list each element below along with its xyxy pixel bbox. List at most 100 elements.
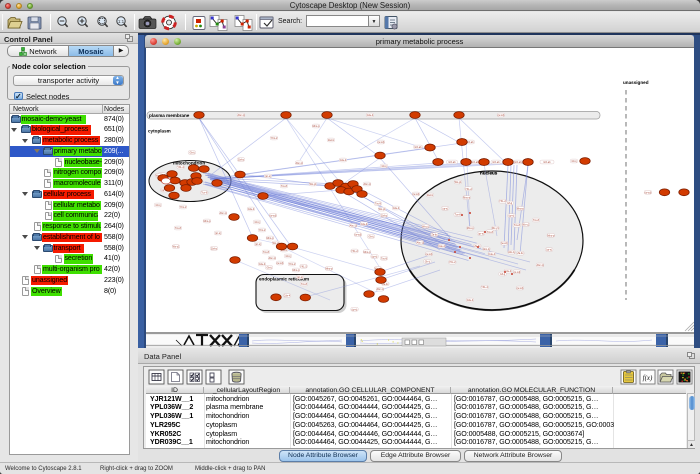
svg-text:Wx-y1: Wx-y1	[310, 183, 317, 186]
svg-text:Tuv-8: Tuv-8	[201, 192, 208, 195]
svg-text:Wx-y1: Wx-y1	[492, 227, 499, 230]
svg-text:Wx-y1: Wx-y1	[173, 246, 180, 249]
svg-text:Mno-p: Mno-p	[204, 220, 211, 223]
svg-text:Mno-p: Mno-p	[326, 268, 333, 271]
svg-text:Cde-4: Cde-4	[361, 223, 368, 226]
svg-text:Tuv-8: Tuv-8	[455, 214, 462, 217]
svg-text:Tuv-8: Tuv-8	[533, 219, 540, 222]
svg-text:(w-xd): (w-xd)	[645, 191, 652, 194]
svg-text:(qr-s): (qr-s)	[265, 175, 271, 178]
svg-text:GO-ab: GO-ab	[543, 161, 551, 164]
svg-text:(w-xd): (w-xd)	[517, 287, 524, 290]
svg-text:Tuv-8: Tuv-8	[375, 203, 382, 206]
svg-text:(w-xd): (w-xd)	[413, 193, 420, 196]
svg-text:mitochondrion: mitochondrion	[173, 161, 205, 166]
svg-text:1:1: 1:1	[118, 19, 125, 24]
svg-text:YKL-2: YKL-2	[481, 286, 488, 289]
svg-text:(qr-s): (qr-s)	[509, 215, 515, 218]
svg-text:cytoplasm: cytoplasm	[148, 129, 171, 134]
svg-text:Tuv-8: Tuv-8	[175, 227, 182, 230]
svg-text:(qr-s): (qr-s)	[546, 249, 552, 252]
svg-text:Abc-1j: Abc-1j	[377, 288, 384, 291]
svg-text:YKL-2: YKL-2	[499, 200, 506, 203]
svg-text:Za-bc: Za-bc	[427, 194, 434, 197]
svg-text:Za-bc: Za-bc	[211, 248, 218, 251]
svg-text:YKL-2: YKL-2	[465, 188, 472, 191]
svg-text:Abc-1j: Abc-1j	[296, 162, 303, 165]
svg-text:Cde-4: Cde-4	[489, 253, 496, 256]
svg-text:Abc-1j: Abc-1j	[508, 251, 515, 254]
svg-text:Gh-ij: Gh-ij	[500, 273, 506, 276]
svg-text:Cde-4: Cde-4	[340, 159, 347, 162]
svg-text:(w-xd): (w-xd)	[514, 271, 521, 274]
svg-text:YKL-2: YKL-2	[351, 250, 358, 253]
svg-text:Abc-1j: Abc-1j	[537, 264, 544, 267]
svg-text:Abc-1j: Abc-1j	[238, 114, 245, 117]
svg-text:Za-bc: Za-bc	[238, 159, 245, 162]
svg-text:Cde-4: Cde-4	[259, 263, 266, 266]
svg-text:Mno-p: Mno-p	[548, 234, 555, 237]
svg-text:Za-bc: Za-bc	[381, 214, 388, 217]
svg-text:(qr-s): (qr-s)	[215, 232, 221, 235]
svg-text:nucleus: nucleus	[480, 171, 498, 176]
svg-text:Mno-p: Mno-p	[467, 227, 474, 230]
svg-text:Cde-4: Cde-4	[438, 245, 445, 248]
svg-text:Gh-ij: Gh-ij	[381, 165, 387, 168]
svg-text:Za-bc: Za-bc	[431, 234, 438, 237]
svg-text:Gh-ij: Gh-ij	[571, 160, 577, 163]
svg-text:GO-ab: GO-ab	[514, 161, 522, 164]
svg-text:GO-ab: GO-ab	[466, 141, 474, 144]
svg-text:Tuv-8: Tuv-8	[281, 185, 288, 188]
svg-text:Tuv-8: Tuv-8	[381, 257, 388, 260]
svg-text:YKL-2: YKL-2	[289, 263, 296, 266]
svg-text:YKL-2: YKL-2	[177, 166, 184, 169]
svg-text:(qr-s): (qr-s)	[478, 233, 484, 236]
svg-text:Abc-1j: Abc-1j	[220, 212, 227, 215]
svg-text:Gh-ij: Gh-ij	[368, 236, 374, 239]
svg-text:Mno-p: Mno-p	[463, 197, 470, 200]
svg-text:Cde-4: Cde-4	[467, 299, 474, 302]
svg-text:Abc-1j: Abc-1j	[417, 242, 424, 245]
svg-text:(w-xd): (w-xd)	[501, 242, 508, 245]
svg-text:GO-ab: GO-ab	[448, 161, 456, 164]
svg-text:(qr-s): (qr-s)	[372, 256, 378, 259]
svg-text:Cde-4: Cde-4	[284, 295, 291, 298]
svg-text:Gh-ij: Gh-ij	[254, 221, 260, 224]
svg-text:GO-ab: GO-ab	[471, 161, 479, 164]
svg-text:Mno-p: Mno-p	[293, 269, 300, 272]
svg-text:Gh-ij: Gh-ij	[285, 255, 291, 258]
svg-text:Gh-ij: Gh-ij	[507, 202, 513, 205]
svg-text:Wx-y1: Wx-y1	[522, 224, 529, 227]
svg-text:Gh-ij: Gh-ij	[155, 204, 161, 207]
svg-text:Mno-p: Mno-p	[313, 125, 320, 128]
svg-text:Wx-y1: Wx-y1	[379, 208, 386, 211]
svg-text:YKL-2: YKL-2	[180, 206, 187, 209]
svg-text:Mno-p: Mno-p	[517, 208, 524, 211]
svg-text:Abc-1j: Abc-1j	[483, 248, 490, 251]
svg-text:YKL-2: YKL-2	[271, 137, 278, 140]
svg-text:Tuv-8: Tuv-8	[263, 251, 270, 254]
svg-text:Abc-1j: Abc-1j	[350, 225, 357, 228]
svg-text:(qr-s): (qr-s)	[352, 308, 358, 311]
svg-text:Za-bc: Za-bc	[328, 139, 335, 142]
svg-text:(qr-s): (qr-s)	[442, 208, 448, 211]
svg-text:(w-xd): (w-xd)	[426, 253, 433, 256]
svg-text:Za-bc: Za-bc	[517, 252, 524, 255]
svg-text:Tuv-8: Tuv-8	[514, 224, 521, 227]
svg-text:(w-xd): (w-xd)	[270, 214, 277, 217]
svg-text:Abc-1j: Abc-1j	[364, 183, 371, 186]
svg-text:(qr-s): (qr-s)	[297, 276, 303, 279]
svg-text:Tuv-8: Tuv-8	[487, 231, 494, 234]
svg-text:Abc-1j: Abc-1j	[269, 257, 276, 260]
svg-text:GO-ab: GO-ab	[414, 146, 422, 149]
svg-text:(w-xd): (w-xd)	[277, 262, 284, 265]
svg-text:Cde-4: Cde-4	[393, 207, 400, 210]
svg-text:(w-xd): (w-xd)	[498, 114, 505, 117]
svg-text:(qr-s): (qr-s)	[255, 243, 261, 246]
svg-text:Gh-ij: Gh-ij	[189, 152, 195, 155]
svg-text:GO-ab: GO-ab	[492, 161, 500, 164]
svg-text:Wx-y1: Wx-y1	[455, 181, 462, 184]
svg-text:unassigned: unassigned	[623, 80, 649, 85]
svg-text:f(x): f(x)	[643, 374, 653, 382]
svg-text:Wx-y1: Wx-y1	[422, 225, 429, 228]
